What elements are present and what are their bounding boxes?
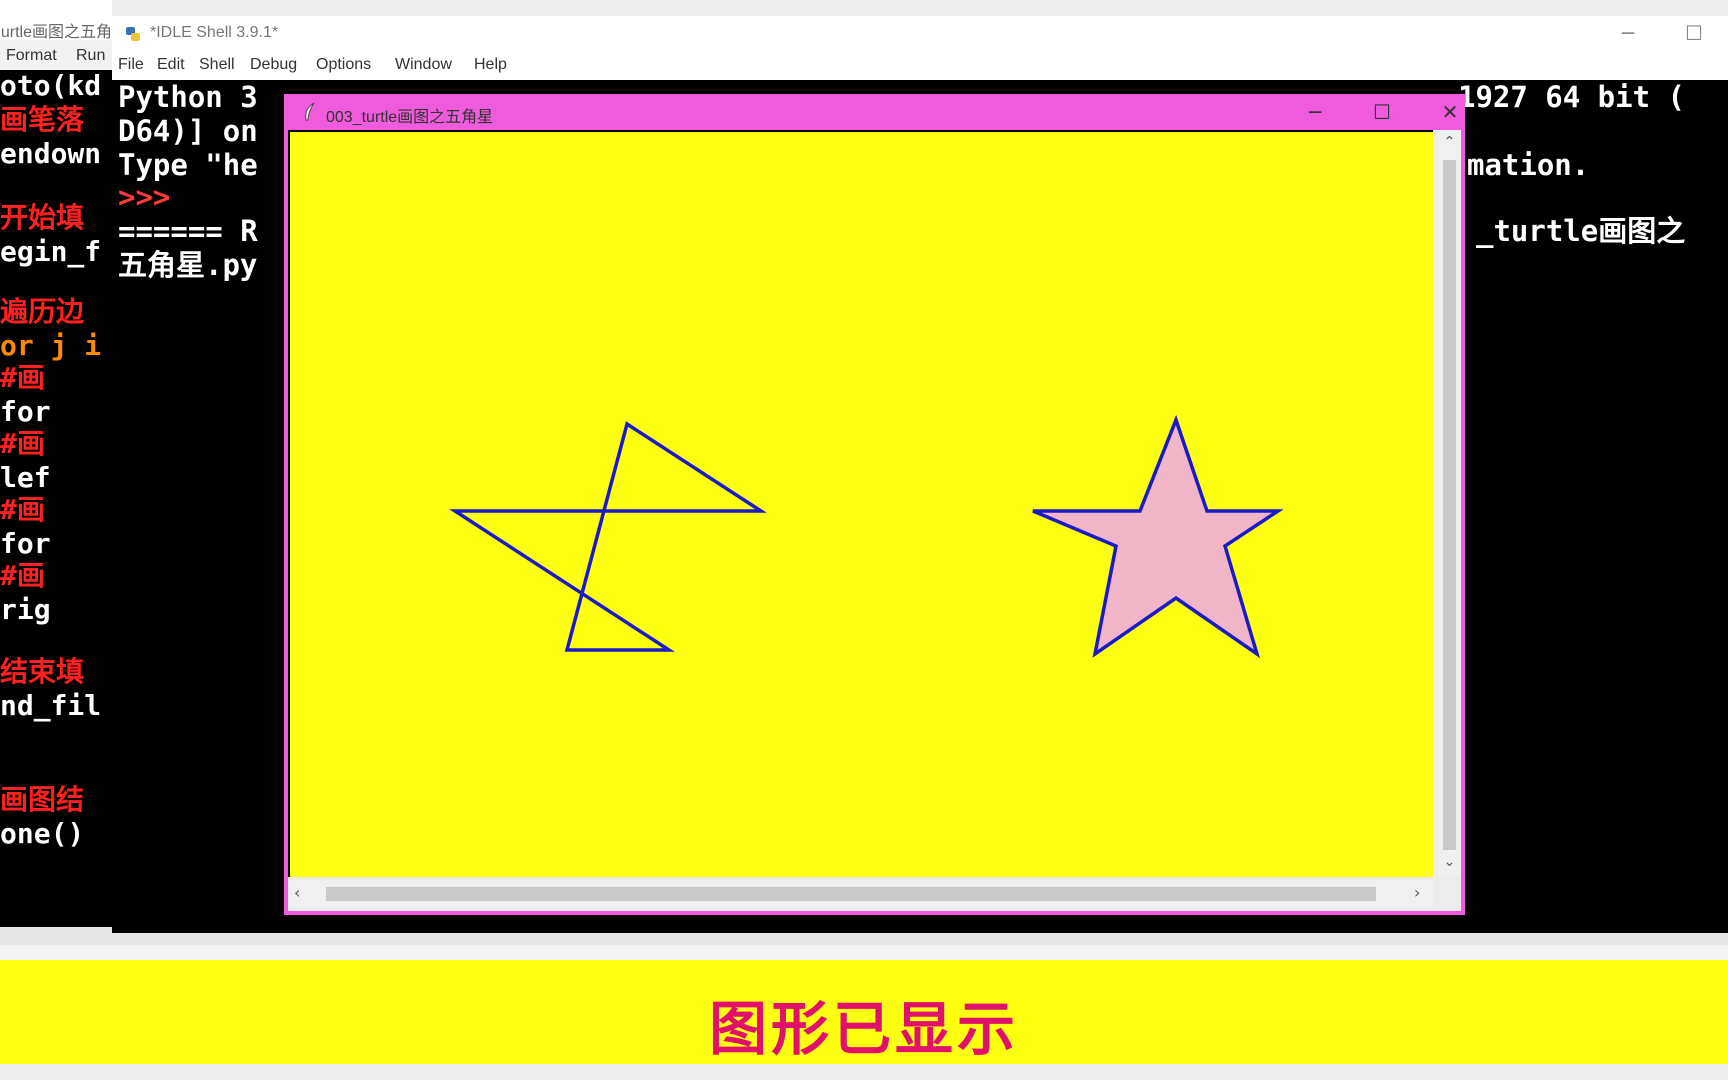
shell-menubar: File Edit Shell Debug Options Window Hel… (112, 50, 1728, 80)
editor-titlebar[interactable]: urtle画图之五角 (0, 0, 112, 41)
editor-window: urtle画图之五角 Format Run oto(kd 画笔落 endown 开始填… (0, 0, 112, 945)
menu-options[interactable]: Options (316, 56, 371, 74)
shell-line: Type "he (118, 148, 258, 182)
shell-line: ====== R (118, 214, 258, 248)
turtle-maximize-button[interactable]: ☐ (1362, 97, 1402, 127)
code-line: one() (0, 817, 85, 850)
code-line: lef (0, 461, 51, 494)
code-line: #画 (0, 361, 45, 394)
turtle-drawing (449, 414, 1284, 659)
divider (0, 945, 1728, 960)
scroll-down-icon[interactable]: ⌄ (1438, 854, 1461, 870)
turtle-client-area: ⌃ ⌄ ‹ › (288, 130, 1461, 911)
outline-star (449, 421, 767, 652)
shell-line: 1927 64 bit ( (1458, 80, 1685, 114)
menu-edit[interactable]: Edit (157, 56, 185, 74)
turtle-titlebar[interactable]: 003_turtle画图之五角星 ─ ☐ ✕ (284, 94, 1465, 130)
editor-statusbar (0, 927, 112, 945)
horizontal-scrollbar[interactable]: ‹ › (288, 880, 1433, 907)
turtle-canvas[interactable] (288, 130, 1433, 877)
editor-menubar: Format Run (0, 40, 112, 70)
editor-title: urtle画图之五角 (0, 24, 112, 41)
code-line: endown (0, 137, 102, 170)
vertical-scroll-thumb[interactable] (1443, 160, 1456, 850)
shell-prompt: >>> (118, 180, 171, 214)
menu-file[interactable]: File (118, 56, 144, 74)
code-line: #画 (0, 559, 45, 592)
menu-window[interactable]: Window (395, 56, 452, 74)
turtle-title: 003_turtle画图之五角星 (326, 109, 494, 126)
vertical-scrollbar[interactable]: ⌃ ⌄ (1438, 130, 1461, 877)
turtle-minimize-button[interactable]: ─ (1295, 97, 1335, 127)
code-line: #画 (0, 493, 45, 526)
code-line: rig (0, 593, 51, 626)
scroll-right-icon[interactable]: › (1414, 883, 1420, 902)
shell-line: D64)] on (118, 114, 258, 148)
scroll-up-icon[interactable]: ⌃ (1438, 134, 1461, 150)
filled-star (1032, 414, 1284, 659)
menu-run[interactable]: Run (76, 47, 105, 65)
feather-icon (305, 102, 315, 121)
code-line: nd_fil (0, 689, 102, 722)
menu-help[interactable]: Help (474, 56, 507, 74)
horizontal-scroll-thumb[interactable] (326, 887, 1376, 901)
shell-line: mation. (1467, 148, 1590, 182)
code-line: egin_f (0, 235, 102, 268)
shell-maximize-button[interactable]: ☐ (1674, 20, 1714, 46)
python-icon (126, 27, 140, 41)
bottom-strip (0, 1064, 1728, 1080)
code-line: oto(kd (0, 69, 102, 102)
code-line: for (0, 527, 51, 560)
turtle-window: 003_turtle画图之五角星 ─ ☐ ✕ ⌃ ⌄ ‹ › (284, 94, 1465, 915)
code-line: 画笔落 (0, 103, 85, 136)
shell-line: _turtle画图之 (1476, 214, 1686, 248)
turtle-close-button[interactable]: ✕ (1430, 97, 1470, 127)
code-line: for (0, 395, 51, 428)
menu-debug[interactable]: Debug (250, 56, 297, 74)
code-line: #画 (0, 427, 45, 460)
menu-format[interactable]: Format (6, 47, 57, 65)
code-line: 画图结 (0, 783, 85, 816)
shell-minimize-button[interactable]: ─ (1608, 20, 1648, 46)
scroll-left-icon[interactable]: ‹ (294, 883, 300, 902)
code-line: 开始填 (0, 201, 85, 234)
menu-shell[interactable]: Shell (199, 56, 235, 74)
code-line: or j i (0, 329, 102, 362)
shell-line: Python 3 (118, 80, 258, 114)
shell-line: 五角星.py (118, 248, 258, 282)
shell-title: *IDLE Shell 3.9.1* (150, 24, 279, 41)
caption-banner: 图形已显示 (0, 960, 1728, 1064)
code-line: 结束填 (0, 655, 85, 688)
code-line: 遍历边 (0, 295, 85, 328)
shell-statusbar (112, 933, 1728, 945)
caption-text: 图形已显示 (708, 995, 1019, 1063)
shell-titlebar[interactable]: *IDLE Shell 3.9.1* ─ ☐ (112, 16, 1728, 50)
